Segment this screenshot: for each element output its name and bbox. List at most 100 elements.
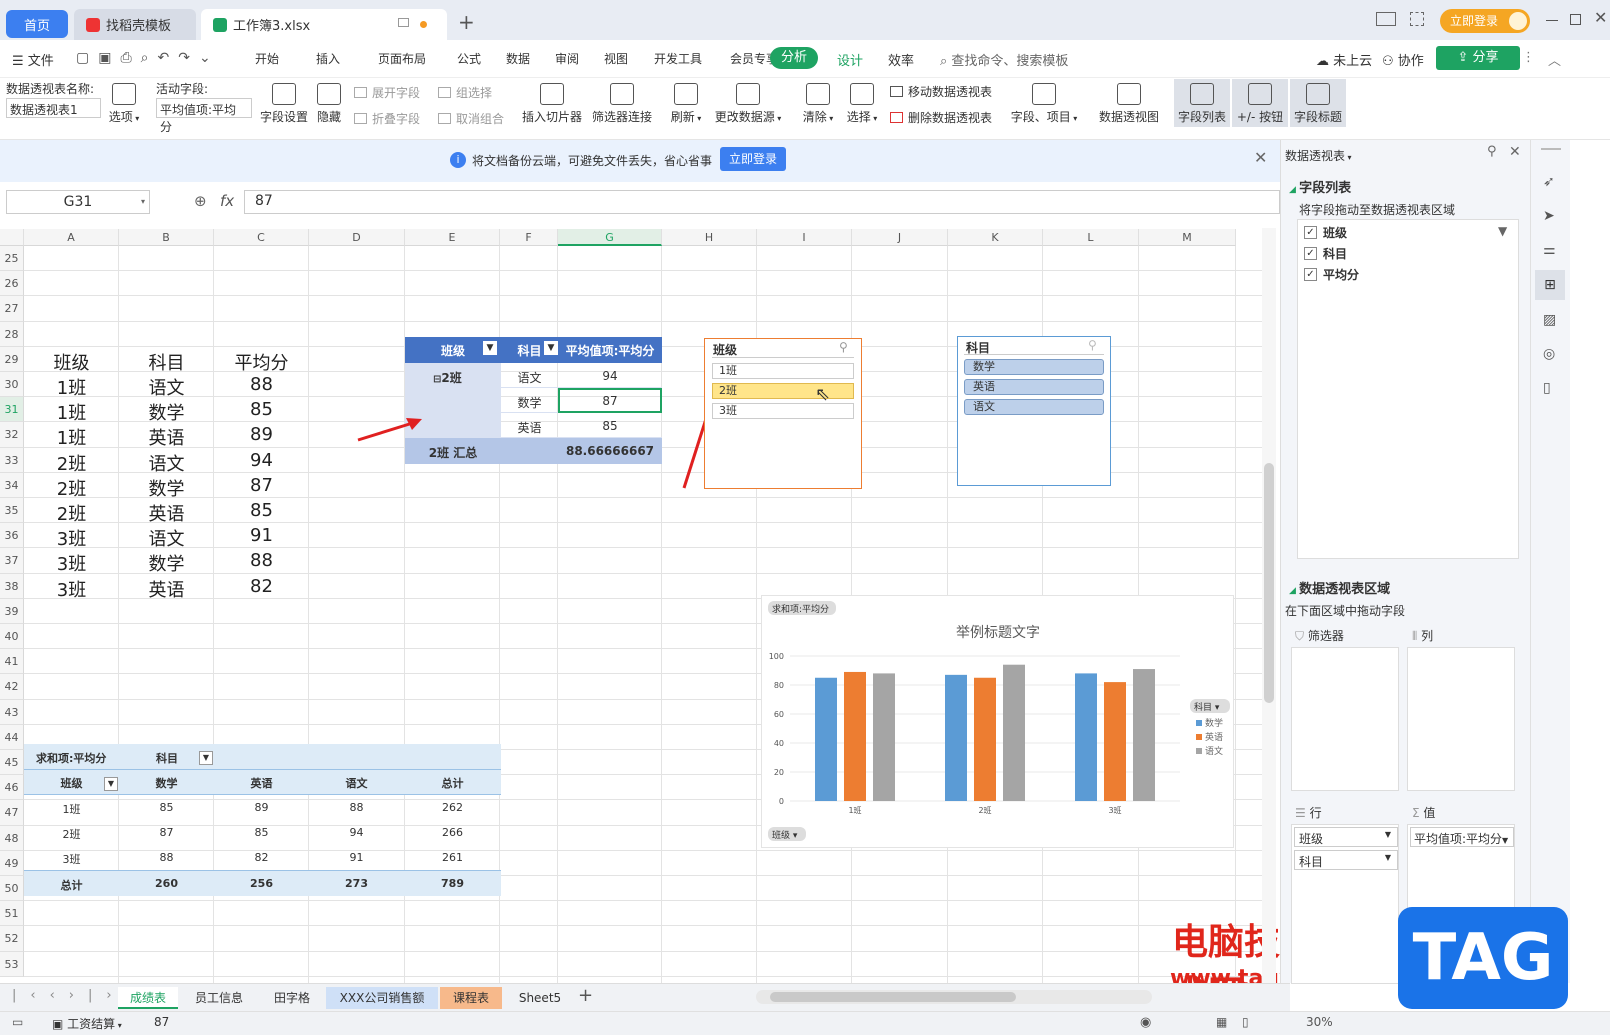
select-button[interactable]: 选择 ▾ — [844, 83, 880, 125]
rocket-icon[interactable]: ➶ — [1543, 174, 1555, 190]
pivot2-col-header[interactable]: 总计 — [405, 775, 500, 791]
h-scroll-thumb[interactable] — [770, 992, 1016, 1002]
dropdown-icon[interactable]: ▼ — [104, 777, 118, 791]
plus-minus-toggle[interactable]: +/- 按钮 — [1232, 79, 1288, 127]
pivot2-cell[interactable]: 2班 — [24, 826, 119, 842]
filter-icon[interactable]: ▼ — [1498, 224, 1507, 238]
field-item[interactable]: ✓ 科目 — [1304, 245, 1347, 262]
fields-items-button[interactable]: 字段、项目 ▾ — [1010, 83, 1078, 125]
pivot1-group-label[interactable]: ⊟2班 — [433, 369, 462, 386]
move-pivot-button[interactable]: 移动数据透视表 — [890, 83, 992, 100]
source-cell[interactable]: 1班 — [24, 374, 119, 400]
slicer-subject[interactable]: 科目 ⚲ 数学 英语 语文 — [957, 336, 1111, 486]
menu-review[interactable]: 审阅 — [555, 50, 604, 67]
column-header[interactable]: A — [24, 229, 119, 246]
field-list-section[interactable]: ◢ 字段列表 — [1289, 177, 1351, 196]
slicer-class[interactable]: 班级 ⚲ 1班 2班 3班 — [704, 338, 862, 489]
row-area-box[interactable]: 班级 ▼ 科目 ▼ — [1291, 824, 1399, 984]
cloud-status[interactable]: ☁ 未上云 — [1316, 50, 1372, 69]
menu-efficiency[interactable]: 效率 — [888, 50, 914, 69]
row-header[interactable]: 39 — [0, 598, 24, 624]
sheet-tab[interactable]: 课程表 — [440, 987, 502, 1009]
column-header[interactable]: H — [662, 229, 757, 246]
source-cell[interactable]: 3班 — [24, 576, 119, 602]
row-header[interactable]: 31 — [0, 397, 24, 423]
slicer-item[interactable]: 1班 — [712, 363, 854, 379]
name-box[interactable]: G31 ▾ — [6, 190, 150, 214]
delete-pivot-button[interactable]: 删除数据透视表 — [890, 109, 992, 126]
screen-icon[interactable]: ▭ — [12, 1015, 23, 1029]
chart-bar[interactable] — [844, 671, 866, 801]
source-cell[interactable]: 2班 — [24, 450, 119, 476]
source-cell[interactable]: 数学 — [119, 399, 214, 425]
source-cell[interactable]: 2班 — [24, 475, 119, 501]
source-cell[interactable]: 1班 — [24, 399, 119, 425]
row-field-chip[interactable]: 班级 ▼ — [1294, 827, 1398, 847]
refresh-button[interactable]: 刷新 ▾ — [668, 83, 704, 125]
pivot2-cell[interactable]: 266 — [405, 826, 500, 839]
compass-icon[interactable]: ◎ — [1543, 346, 1555, 362]
sheet-tab[interactable]: Sheet5 — [504, 987, 576, 1009]
pivot1-value[interactable]: 94 — [558, 369, 662, 383]
checkbox-checked-icon[interactable]: ✓ — [1304, 247, 1317, 260]
row-header[interactable]: 43 — [0, 699, 24, 725]
row-header[interactable]: 28 — [0, 321, 24, 347]
slicer-item[interactable]: 语文 — [964, 399, 1104, 415]
pivot-table-2[interactable]: 求和项:平均分 科目 ▼ 班级 ▼ 数学 英语 语文 总计 1班 85 89 88 262 2班… — [24, 744, 501, 896]
chart-bar[interactable] — [1104, 682, 1126, 801]
row-header[interactable]: 53 — [0, 951, 24, 977]
tab-home[interactable]: 首页 — [6, 10, 68, 38]
pivot-name-input[interactable]: 数据透视表1 — [6, 98, 101, 118]
clear-filter-icon[interactable]: ⚲ — [1088, 338, 1097, 352]
normal-view-icon[interactable]: ▦ — [1216, 1015, 1227, 1029]
source-cell[interactable]: 英语 — [119, 424, 214, 450]
row-header[interactable]: 33 — [0, 447, 24, 473]
source-cell[interactable]: 数学 — [119, 550, 214, 576]
clear-button[interactable]: 清除 ▾ — [800, 83, 836, 125]
source-cell[interactable]: 89 — [214, 424, 309, 445]
slicer-item[interactable]: 2班 — [712, 383, 854, 399]
spreadsheet-grid[interactable]: ABCDEFGHIJKLM 25 26 27 28 29 30 31 32 33 34 35 36 37… — [0, 229, 1280, 983]
vertical-scrollbar[interactable] — [1262, 228, 1276, 983]
login-button[interactable]: 立即登录 — [1440, 9, 1530, 33]
row-header[interactable]: 37 — [0, 548, 24, 574]
row-header[interactable]: 41 — [0, 649, 24, 675]
column-header[interactable]: K — [948, 229, 1043, 246]
row-header[interactable]: 34 — [0, 472, 24, 498]
chart-bar[interactable] — [873, 673, 895, 801]
checkbox-checked-icon[interactable]: ✓ — [1304, 268, 1317, 281]
menu-analyze[interactable]: 分析 — [770, 47, 818, 69]
pivot2-cell[interactable]: 1班 — [24, 801, 119, 817]
sliders-icon[interactable]: ⚌ — [1543, 242, 1556, 258]
macro-status[interactable]: ▣ 工资结算 ▾ — [52, 1015, 122, 1032]
column-header[interactable]: F — [500, 229, 558, 246]
column-header[interactable]: B — [119, 229, 214, 246]
collab-button[interactable]: ⚇ 协作 — [1382, 50, 1424, 69]
fx-icon[interactable]: fx — [220, 192, 234, 210]
column-header[interactable]: C — [214, 229, 309, 246]
source-cell[interactable]: 3班 — [24, 525, 119, 551]
menu-formula[interactable]: 公式 — [457, 50, 506, 67]
source-cell[interactable]: 85 — [214, 500, 309, 521]
active-field-input[interactable]: 平均值项:平均分 — [156, 98, 252, 134]
tab-workbook[interactable]: 工作簿3.xlsx — [201, 9, 447, 40]
row-header[interactable]: 49 — [0, 850, 24, 876]
hide-button[interactable]: 隐藏 — [314, 83, 344, 125]
sheet-tab[interactable]: 员工信息 — [182, 987, 256, 1009]
file-menu[interactable]: ☰ 文件 — [12, 50, 54, 69]
pivot2-cell[interactable]: 82 — [214, 851, 309, 864]
pivot2-cell[interactable]: 88 — [119, 851, 214, 864]
pivot2-cell[interactable]: 85 — [119, 801, 214, 814]
row-header[interactable]: 47 — [0, 800, 24, 826]
col-area-box[interactable] — [1407, 647, 1515, 791]
chart-bar[interactable] — [945, 674, 967, 801]
notice-login-button[interactable]: 立即登录 — [720, 147, 786, 171]
pivot2-cell[interactable]: 91 — [309, 851, 404, 864]
menu-developer[interactable]: 开发工具 — [654, 50, 730, 67]
row-header[interactable]: 40 — [0, 624, 24, 650]
pivot2-col-header[interactable]: 英语 — [214, 775, 309, 791]
checkbox-checked-icon[interactable]: ✓ — [1304, 226, 1317, 239]
value-field-chip[interactable]: 平均值项:平均分▼ — [1410, 827, 1514, 847]
source-cell[interactable]: 语文 — [119, 374, 214, 400]
pivot2-cell[interactable]: 85 — [214, 826, 309, 839]
